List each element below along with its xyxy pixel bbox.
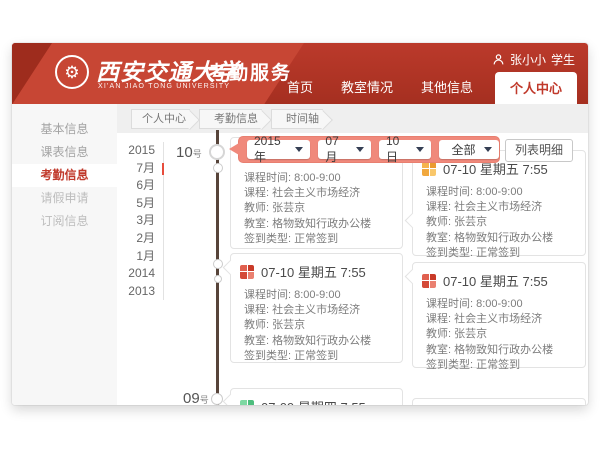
card-date-title: 07-09 星期四 7:55 bbox=[261, 397, 366, 405]
timeline-month-list: 2015 7月 6月 5月 3月 2月 1月 2014 2013 bbox=[118, 142, 164, 300]
course-time-row: 课程时间: 8:00-9:00 bbox=[426, 297, 575, 312]
teacher-row: 教师: 张芸京 bbox=[244, 201, 392, 216]
classroom-row: 教室: 格物致知行政办公楼 bbox=[244, 334, 392, 349]
course-row: 课程: 社会主义市场经济 bbox=[244, 303, 392, 318]
nav-item-home[interactable]: 首页 bbox=[273, 77, 327, 104]
caret-down-icon bbox=[295, 147, 303, 152]
nav-item-classrooms[interactable]: 教室情况 bbox=[327, 77, 407, 104]
timeline-day-10-label: 10号 bbox=[176, 144, 202, 161]
teacher-row: 教师: 张芸京 bbox=[426, 327, 575, 342]
sidebar-item-leave-request[interactable]: 请假申请 bbox=[12, 187, 117, 210]
year-dropdown[interactable]: 2015年 bbox=[247, 140, 310, 159]
timeline-year-2015[interactable]: 2015 bbox=[118, 142, 155, 160]
attendance-tiles-icon bbox=[422, 162, 436, 176]
timeline-month-may[interactable]: 5月 bbox=[118, 195, 155, 213]
timeline-node bbox=[214, 275, 222, 283]
sidebar-item-subscription-info[interactable]: 订阅信息 bbox=[12, 210, 117, 233]
page-background: ⚙ 西安交通大学 XI'AN JIAO TONG UNIVERSITY 考勤服务… bbox=[0, 0, 600, 450]
sidebar: 基本信息 课表信息 考勤信息 请假申请 订阅信息 bbox=[12, 104, 117, 405]
timeline-node bbox=[213, 163, 223, 173]
course-row: 课程: 社会主义市场经济 bbox=[244, 186, 392, 201]
breadcrumb: 个人中心 考勤信息 时间轴 bbox=[131, 109, 332, 129]
nav-tab-personal-center-active[interactable]: 个人中心 bbox=[495, 72, 577, 104]
attendance-card-clipped: 07-09 星期四 7:55 bbox=[230, 388, 403, 405]
signin-type-row: 签到类型: 正常签到 bbox=[426, 246, 575, 261]
breadcrumb-band: 个人中心 考勤信息 时间轴 bbox=[117, 104, 588, 133]
sidebar-item-timetable-info[interactable]: 课表信息 bbox=[12, 141, 117, 164]
attendance-card: 07-10 星期五 7:55 课程时间: 8:00-9:00 课程: 社会主义市… bbox=[230, 253, 403, 363]
signin-type-row: 签到类型: 正常签到 bbox=[244, 349, 392, 364]
caret-down-icon bbox=[416, 147, 424, 152]
user-role: 学生 bbox=[551, 51, 575, 68]
filter-pointer-arrow bbox=[229, 143, 239, 155]
timeline-node bbox=[213, 259, 223, 269]
nav-item-other-info[interactable]: 其他信息 bbox=[407, 77, 487, 104]
attendance-tiles-icon bbox=[422, 274, 436, 288]
timeline-node-large bbox=[209, 144, 225, 160]
university-logo-icon: ⚙ bbox=[55, 55, 89, 89]
teacher-row: 教师: 张芸京 bbox=[244, 318, 392, 333]
timeline-month-march[interactable]: 3月 bbox=[118, 212, 155, 230]
timeline-month-july-selected[interactable]: 7月 bbox=[118, 160, 155, 178]
classroom-row: 教室: 格物致知行政办公楼 bbox=[426, 343, 575, 358]
day-dropdown[interactable]: 10日 bbox=[379, 140, 432, 159]
signin-type-row: 签到类型: 正常签到 bbox=[426, 358, 575, 373]
classroom-row: 教室: 格物致知行政办公楼 bbox=[244, 217, 392, 232]
timeline-month-june[interactable]: 6月 bbox=[118, 177, 155, 195]
breadcrumb-timeline[interactable]: 时间轴 bbox=[271, 109, 323, 129]
timeline-month-january[interactable]: 1月 bbox=[118, 248, 155, 266]
type-dropdown[interactable]: 全部 bbox=[439, 140, 499, 159]
attendance-card: 07-10 星期五 7:55 课程时间: 8:00-9:00 课程: 社会主义市… bbox=[412, 262, 586, 368]
main-nav: 首页 教室情况 其他信息 个人中心 bbox=[273, 72, 577, 104]
attendance-card: 07-10 星期五 7:55 课程时间: 8:00-9:00 课程: 社会主义市… bbox=[412, 150, 586, 256]
sidebar-item-attendance-info-active[interactable]: 考勤信息 bbox=[12, 164, 117, 187]
attendance-card-clipped bbox=[412, 398, 586, 405]
breadcrumb-personal-center[interactable]: 个人中心 bbox=[131, 109, 190, 129]
month-dropdown[interactable]: 07月 bbox=[318, 140, 371, 159]
course-row: 课程: 社会主义市场经济 bbox=[426, 312, 575, 327]
course-row: 课程: 社会主义市场经济 bbox=[426, 200, 575, 215]
timeline-node bbox=[211, 393, 223, 405]
timeline-year-2014[interactable]: 2014 bbox=[118, 265, 155, 283]
course-time-row: 课程时间: 8:00-9:00 bbox=[244, 288, 392, 303]
attendance-tiles-icon bbox=[240, 400, 254, 406]
user-info[interactable]: 张小小 学生 bbox=[492, 51, 575, 68]
card-date-title: 07-10 星期五 7:55 bbox=[261, 262, 366, 281]
filter-bar: 2015年 07月 10日 全部 bbox=[238, 136, 500, 163]
attendance-tiles-icon bbox=[240, 265, 254, 279]
teacher-row: 教师: 张芸京 bbox=[426, 215, 575, 230]
timeline-month-february[interactable]: 2月 bbox=[118, 230, 155, 248]
app-window: ⚙ 西安交通大学 XI'AN JIAO TONG UNIVERSITY 考勤服务… bbox=[12, 43, 588, 405]
user-name: 张小小 bbox=[510, 51, 546, 68]
list-detail-button[interactable]: 列表明细 bbox=[505, 139, 573, 162]
breadcrumb-attendance-info[interactable]: 考勤信息 bbox=[199, 109, 262, 129]
card-date-title: 07-10 星期五 7:55 bbox=[443, 271, 548, 290]
app-header: ⚙ 西安交通大学 XI'AN JIAO TONG UNIVERSITY 考勤服务… bbox=[12, 43, 588, 104]
course-time-row: 课程时间: 8:00-9:00 bbox=[426, 185, 575, 200]
person-icon bbox=[492, 53, 505, 66]
caret-down-icon bbox=[356, 147, 364, 152]
sidebar-item-basic-info[interactable]: 基本信息 bbox=[12, 118, 117, 141]
course-time-row: 课程时间: 8:00-9:00 bbox=[244, 171, 392, 186]
caret-down-icon bbox=[484, 147, 492, 152]
signin-type-row: 签到类型: 正常签到 bbox=[244, 232, 392, 247]
timeline-year-2013[interactable]: 2013 bbox=[118, 283, 155, 301]
classroom-row: 教室: 格物致知行政办公楼 bbox=[426, 231, 575, 246]
timeline-day-09-label: 09号 bbox=[183, 390, 209, 405]
